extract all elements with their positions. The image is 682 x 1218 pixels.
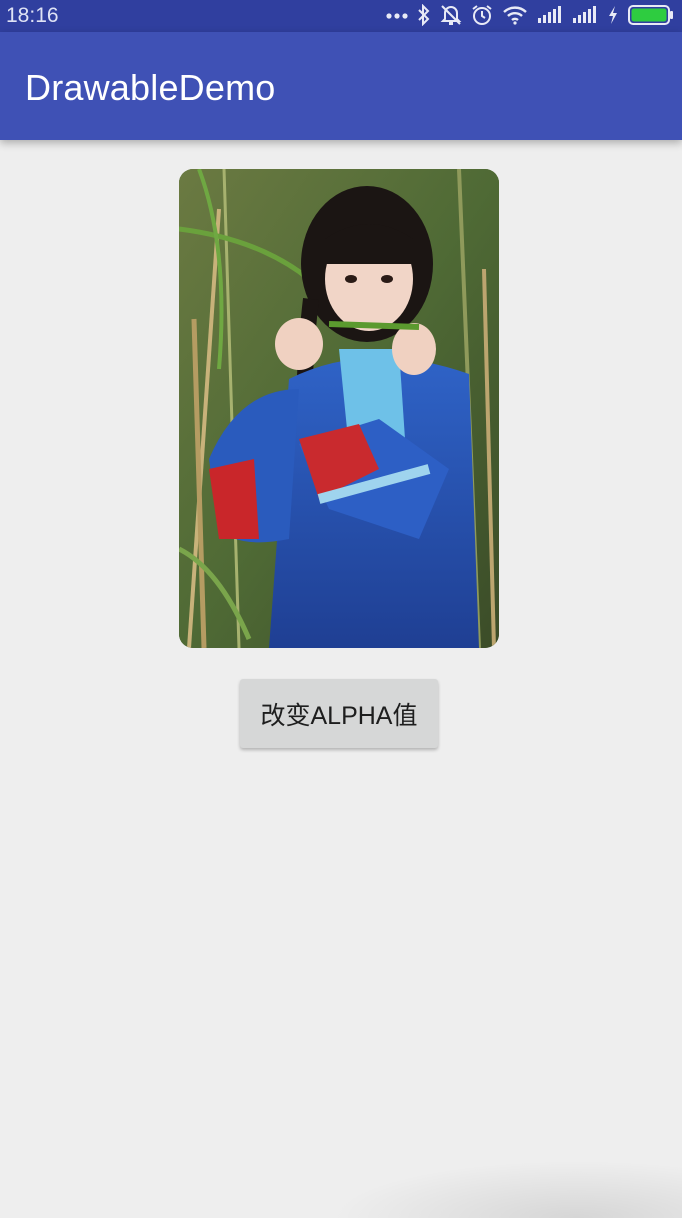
alarm-clock-icon: [471, 4, 493, 26]
status-time: 18:16: [6, 4, 59, 27]
battery-icon: [628, 5, 674, 25]
app-title: DrawableDemo: [25, 67, 276, 108]
more-dots-icon: [386, 10, 408, 20]
bottom-shadow: [330, 1160, 682, 1218]
portrait-photo: [179, 169, 499, 648]
signal-2-icon: [572, 6, 598, 24]
change-alpha-button[interactable]: 改变ALPHA值: [240, 679, 438, 748]
charging-icon: [607, 5, 619, 25]
status-bar: 18:16: [0, 0, 682, 32]
alarm-off-icon: [440, 4, 462, 26]
status-icons: [386, 3, 674, 27]
bluetooth-icon: [417, 4, 431, 26]
app-bar: DrawableDemo: [0, 32, 682, 140]
signal-1-icon: [537, 6, 563, 24]
wifi-icon: [502, 5, 528, 25]
